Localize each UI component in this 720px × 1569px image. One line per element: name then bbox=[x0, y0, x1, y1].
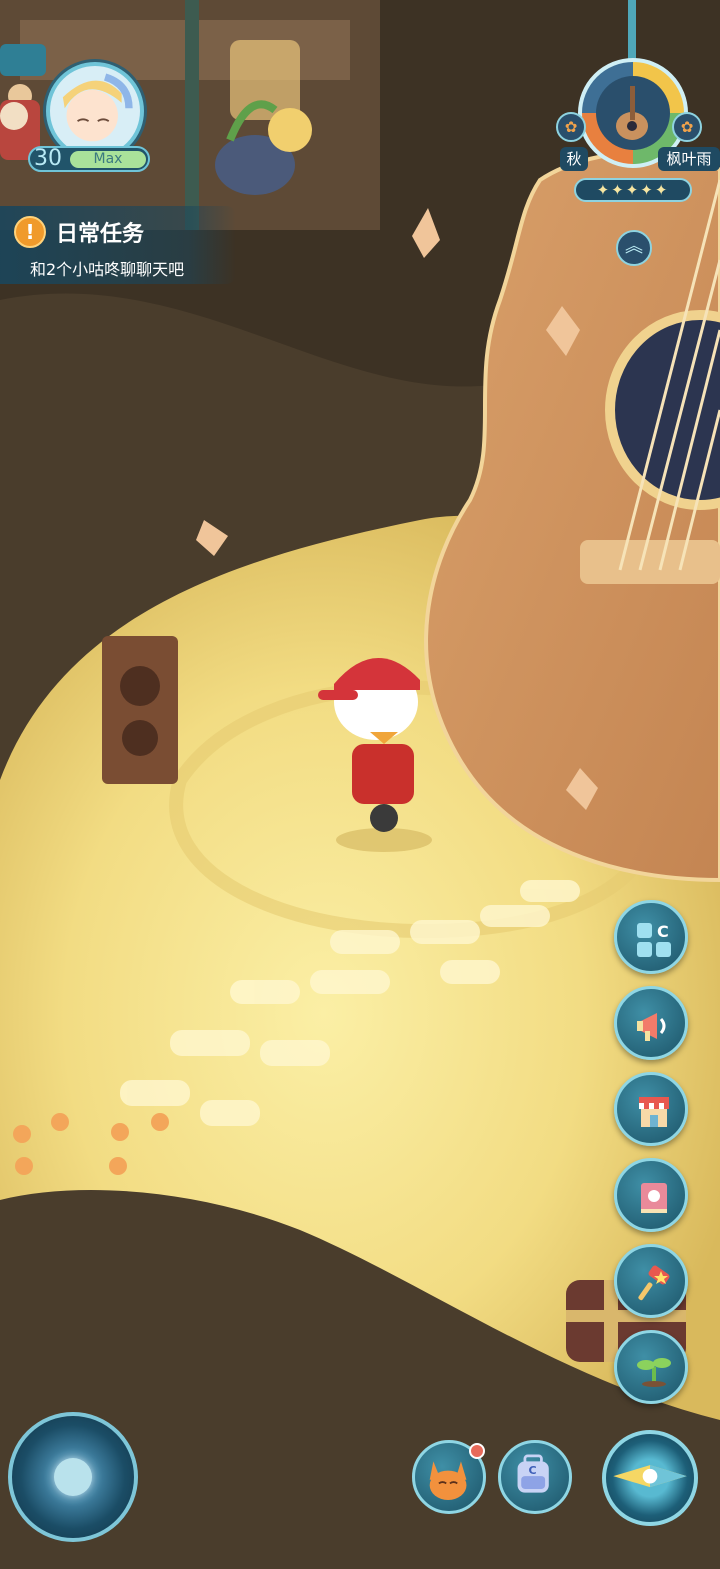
player-level-tag: Max bbox=[70, 151, 146, 168]
speaker-decoration bbox=[102, 636, 178, 784]
backpack-icon: C bbox=[517, 1454, 549, 1493]
grid-c-icon: C bbox=[637, 922, 671, 957]
book-icon bbox=[641, 1183, 667, 1213]
hammer-icon bbox=[638, 1265, 670, 1301]
season-star-rating: ✦✦✦✦✦ bbox=[574, 178, 692, 202]
announcement-button[interactable] bbox=[614, 986, 688, 1060]
shop-icon bbox=[639, 1097, 669, 1127]
svg-text:C: C bbox=[529, 1464, 537, 1477]
backpack-button[interactable]: C bbox=[498, 1440, 572, 1514]
maple-leaf-icon: ✿ bbox=[556, 112, 586, 142]
expand-chevron-button[interactable]: ︽ bbox=[616, 230, 652, 266]
quest-description: 和2个小咕咚聊聊天吧 bbox=[30, 260, 185, 279]
weather-label: 枫叶雨 bbox=[658, 147, 720, 171]
svg-text:C: C bbox=[657, 922, 669, 941]
interact-compass-button[interactable] bbox=[602, 1430, 698, 1526]
collection-button[interactable]: C bbox=[614, 900, 688, 974]
shop-button[interactable] bbox=[614, 1072, 688, 1146]
compass-icon bbox=[613, 1465, 687, 1488]
chevron-up-icon: ︽ bbox=[625, 236, 643, 257]
handbook-button[interactable] bbox=[614, 1158, 688, 1232]
auction-button[interactable] bbox=[614, 1244, 688, 1318]
weather-leaf-icon: ✿ bbox=[672, 112, 702, 142]
joystick-knob[interactable] bbox=[54, 1458, 92, 1496]
sprout-icon bbox=[637, 1358, 671, 1387]
avatar-portrait-icon bbox=[62, 73, 133, 142]
quest-title: 日常任务 bbox=[56, 222, 145, 247]
pet-button[interactable] bbox=[412, 1440, 486, 1514]
megaphone-icon bbox=[637, 1013, 666, 1041]
daily-quest-card[interactable]: ! 日常任务 和2个小咕咚聊聊天吧 bbox=[0, 206, 236, 284]
planting-button[interactable] bbox=[614, 1330, 688, 1404]
movement-joystick[interactable] bbox=[8, 1412, 138, 1542]
season-guitar-icon bbox=[596, 76, 670, 150]
season-chain bbox=[628, 0, 636, 64]
notification-dot bbox=[469, 1443, 485, 1459]
player-level: 30 bbox=[34, 146, 62, 171]
quest-alert-icon: ! bbox=[14, 216, 46, 248]
season-label: 秋 bbox=[560, 147, 588, 171]
player-level-bar: 30 Max bbox=[28, 146, 150, 172]
